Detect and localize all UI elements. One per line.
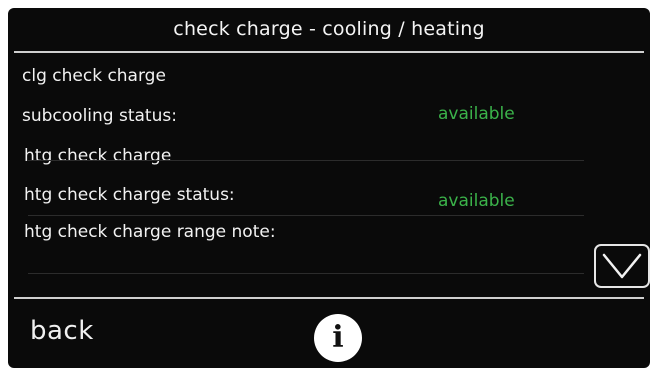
row-divider — [28, 215, 584, 216]
info-button[interactable]: i — [314, 314, 362, 362]
page-title: check charge - cooling / heating — [173, 18, 485, 40]
footer-divider — [14, 297, 644, 299]
chevron-down-icon — [602, 253, 642, 279]
thermostat-screen: check charge - cooling / heating clg che… — [8, 8, 650, 368]
subcooling-status-value: available — [438, 104, 515, 124]
row-label-clg-check-charge[interactable]: clg check charge — [22, 66, 166, 86]
row-divider — [28, 160, 584, 161]
scroll-down-button[interactable] — [594, 244, 650, 288]
row-label-subcooling-status: subcooling status: — [22, 106, 177, 126]
row-divider — [28, 273, 584, 274]
row-label-htg-check-charge-range-note[interactable]: htg check charge range note: — [24, 222, 276, 242]
htg-check-charge-status-value: available — [438, 191, 515, 211]
back-button[interactable]: back — [30, 316, 94, 346]
header-divider — [14, 51, 644, 53]
row-label-htg-check-charge-status: htg check charge status: — [24, 185, 235, 205]
row-label-htg-check-charge[interactable]: htg check charge — [24, 146, 171, 166]
info-icon: i — [332, 320, 344, 355]
